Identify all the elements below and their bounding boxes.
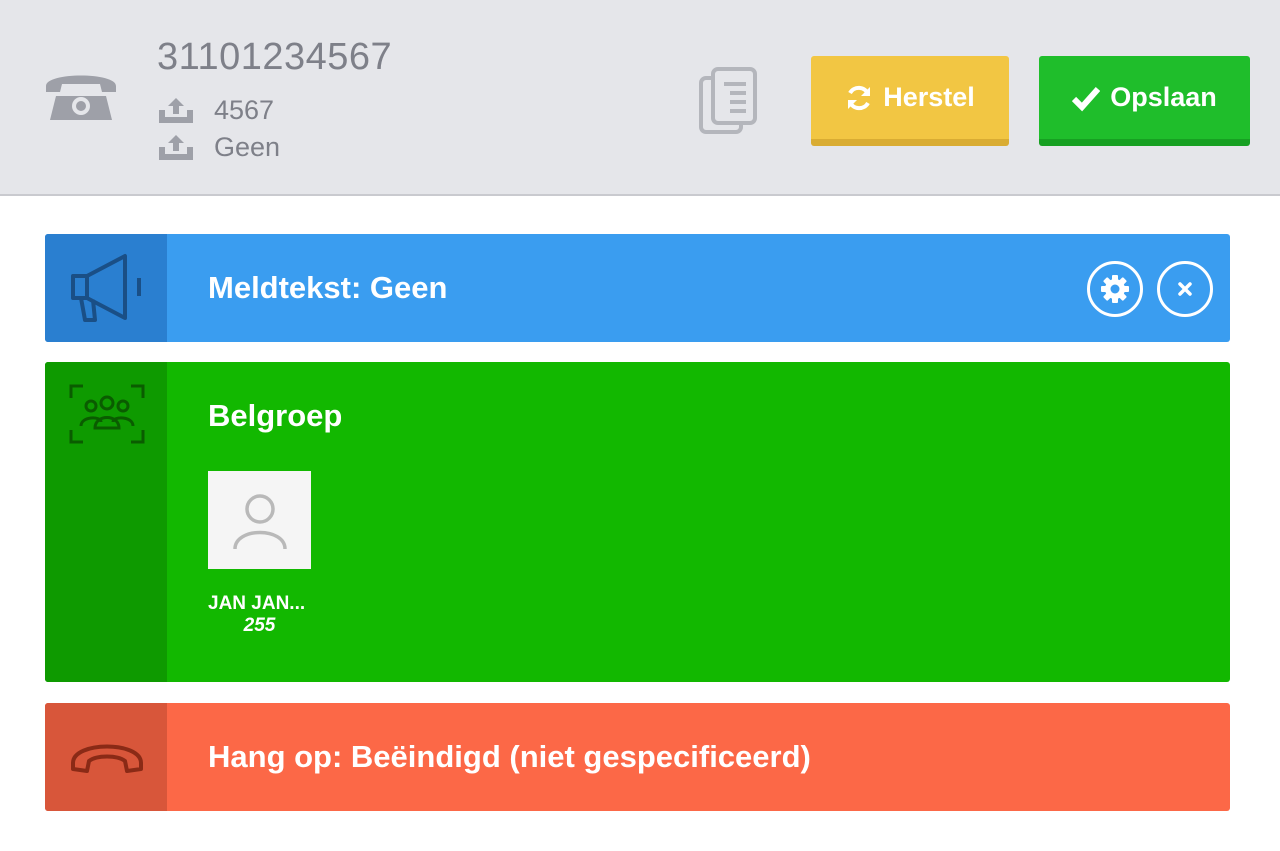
header: 31101234567 4567 Geen Herstel Opslaan [0,0,1280,196]
hangop-title: Hang op: Beëindigd (niet gespecificeerd) [208,739,811,774]
forward-row: Geen [157,130,280,164]
meldtekst-sidebar [45,234,167,342]
upload-tray-icon [159,135,193,160]
hangop-panel[interactable]: Hang op: Beëindigd (niet gespecificeerd) [45,703,1230,811]
meldtekst-panel[interactable]: Meldtekst: Geen [45,234,1230,342]
settings-button[interactable] [1087,261,1143,317]
checkmark-icon [1072,86,1101,111]
hangup-icon [71,744,143,773]
group-member[interactable]: JAN JAN... 255 [208,471,311,637]
user-avatar-icon [232,494,287,550]
forward-value: Geen [214,131,281,162]
herstel-button[interactable]: Herstel [811,56,1009,146]
group-icon [69,384,145,444]
opslaan-label: Opslaan [1110,82,1217,112]
herstel-label: Herstel [883,82,975,112]
phone-number: 31101234567 [157,36,393,78]
belgroep-sidebar [45,362,167,682]
refresh-icon [848,85,871,110]
extension-row: 4567 [157,93,274,127]
upload-tray-icon [159,98,193,123]
extension-value: 4567 [214,94,275,125]
opslaan-button[interactable]: Opslaan [1039,56,1250,146]
hangop-sidebar [45,703,167,811]
belgroep-panel[interactable]: Belgroep JAN JAN... 255 [45,362,1230,682]
telephone-icon [46,75,116,120]
meldtekst-title: Meldtekst: Geen [208,270,448,305]
close-icon [1178,282,1192,296]
close-button[interactable] [1157,261,1213,317]
gear-icon [1101,275,1129,303]
megaphone-icon [71,254,141,322]
belgroep-title: Belgroep [208,398,343,433]
member-extension: 255 [243,615,276,636]
avatar [208,471,311,569]
member-name: JAN JAN... [208,593,306,614]
copy-icon[interactable] [698,66,760,136]
